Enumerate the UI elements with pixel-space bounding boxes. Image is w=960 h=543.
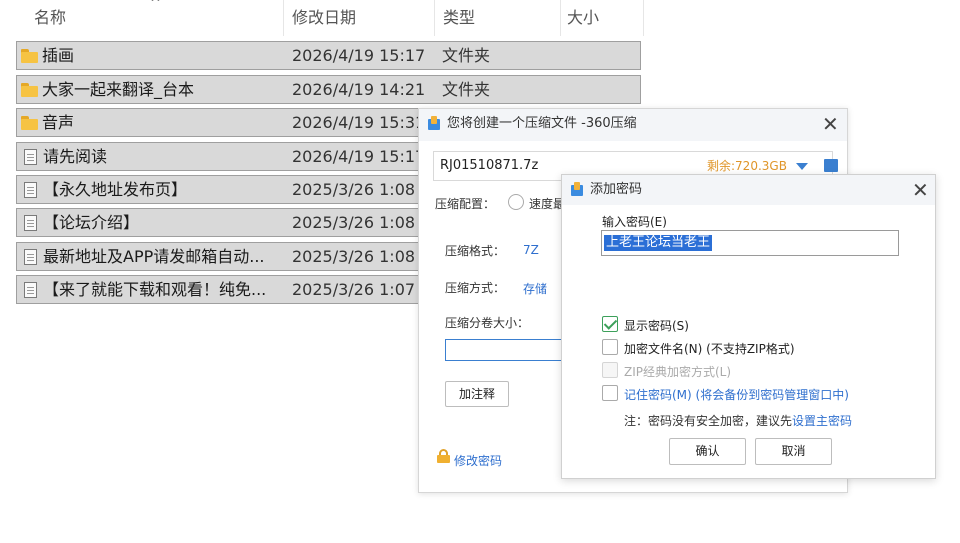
browse-folder-icon[interactable] — [824, 159, 838, 172]
show-password-checkbox[interactable] — [602, 316, 618, 332]
column-header-date[interactable]: 修改日期 — [292, 0, 356, 36]
method-label: 压缩方式： — [445, 281, 506, 295]
speed-option-label: 速度最 — [529, 197, 566, 211]
file-type: 文件夹 — [442, 80, 491, 99]
zip-classic-checkbox — [602, 362, 618, 378]
column-separator[interactable] — [560, 0, 561, 36]
add-comment-button[interactable]: 加注释 — [445, 381, 509, 407]
file-name-cell: 大家一起来翻译_台本 — [21, 76, 286, 103]
close-icon[interactable]: ✕ — [822, 114, 839, 134]
folder-icon — [21, 49, 39, 63]
encrypt-filename-label: 加密文件名(N) (不支持ZIP格式) — [624, 342, 795, 356]
remember-password-label: 记住密码(M) (将会备份到密码管理窗口中) — [624, 388, 849, 402]
file-name-cell: 请先阅读 — [21, 143, 286, 170]
column-separator[interactable] — [434, 0, 435, 36]
password-dialog-titlebar[interactable]: 添加密码 ✕ — [562, 175, 935, 205]
360zip-app-icon — [426, 116, 442, 132]
file-date: 2025/3/26 1:07 — [292, 280, 416, 299]
archive-filename: RJ01510871.7z — [440, 158, 539, 173]
password-input[interactable]: 上老王论坛当老王 — [601, 230, 899, 256]
file-name: 音声 — [42, 113, 75, 132]
compress-dialog-title: 您将创建一个压缩文件 -360压缩 — [447, 116, 637, 131]
file-date: 2026/4/19 14:21 — [292, 80, 426, 99]
file-date: 2025/3/26 1:08 — [292, 247, 416, 266]
encrypt-filename-checkbox[interactable] — [602, 339, 618, 355]
file-name: 【来了就能下载和观看！纯免... — [43, 280, 267, 299]
file-name: 【论坛介绍】 — [43, 213, 140, 232]
speed-radio[interactable] — [508, 194, 524, 210]
file-date: 2025/3/26 1:08 — [292, 213, 416, 232]
security-note: 注：密码没有安全加密，建议先设置主密码 — [624, 412, 852, 429]
file-name-cell: 【论坛介绍】 — [21, 209, 286, 236]
file-icon — [24, 249, 37, 265]
file-name-cell: 【永久地址发布页】 — [21, 176, 286, 203]
compress-config-label: 压缩配置： — [435, 197, 496, 211]
remember-password-checkbox[interactable] — [602, 385, 618, 401]
show-password-label: 显示密码(S) — [624, 319, 689, 333]
file-date: 2025/3/26 1:08 — [292, 180, 416, 199]
confirm-button[interactable]: 确认 — [669, 438, 746, 465]
column-separator[interactable] — [643, 0, 644, 36]
file-date: 2026/4/19 15:31 — [292, 113, 426, 132]
compress-dialog-titlebar[interactable]: 您将创建一个压缩文件 -360压缩 ✕ — [419, 109, 847, 141]
cancel-button[interactable]: 取消 — [755, 438, 832, 465]
chevron-down-icon[interactable] — [796, 163, 808, 170]
folder-icon — [21, 83, 39, 97]
column-separator[interactable] — [283, 0, 284, 36]
security-note-text: 注：密码没有安全加密，建议先 — [624, 414, 793, 428]
sort-ascending-icon: ^ — [150, 0, 161, 11]
close-icon[interactable]: ✕ — [912, 180, 929, 200]
column-header-size[interactable]: 大小 — [567, 0, 599, 36]
volume-size-input[interactable] — [445, 339, 575, 361]
file-row[interactable]: 大家一起来翻译_台本 2026/4/19 14:21 文件夹 — [16, 75, 641, 104]
file-date: 2026/4/19 15:17 — [292, 46, 426, 65]
file-date: 2026/4/19 15:17 — [292, 147, 426, 166]
folder-icon — [21, 116, 39, 130]
file-name: 最新地址及APP请发邮箱自动... — [43, 247, 265, 266]
column-header-type[interactable]: 类型 — [443, 0, 475, 36]
file-name-cell: 最新地址及APP请发邮箱自动... — [21, 243, 286, 270]
change-password-link[interactable]: 修改密码 — [454, 452, 502, 469]
set-master-password-link[interactable]: 设置主密码 — [792, 414, 852, 428]
file-name: 大家一起来翻译_台本 — [42, 80, 195, 99]
360zip-app-icon — [569, 182, 585, 198]
file-name: 插画 — [42, 46, 75, 65]
file-name: 【永久地址发布页】 — [43, 180, 188, 199]
zip-classic-label: ZIP经典加密方式(L) — [624, 365, 732, 379]
password-dialog-title: 添加密码 — [590, 182, 643, 197]
file-name-cell: 音声 — [21, 109, 286, 136]
add-password-dialog: 添加密码 ✕ 输入密码(E) 上老王论坛当老王 显示密码(S) 加密文件名(N)… — [561, 174, 936, 479]
format-label: 压缩格式： — [445, 244, 506, 258]
file-name: 请先阅读 — [43, 147, 108, 166]
password-text: 上老王论坛当老王 — [604, 235, 713, 251]
format-value[interactable]: 7Z — [523, 243, 539, 257]
file-row[interactable]: 插画 2026/4/19 15:17 文件夹 — [16, 41, 641, 70]
file-icon — [24, 182, 37, 198]
file-icon — [24, 149, 37, 165]
volume-size-label: 压缩分卷大小： — [445, 316, 530, 330]
column-header-name[interactable]: 名称 — [34, 0, 66, 36]
file-name-cell: 插画 — [21, 42, 286, 69]
password-input-label: 输入密码(E) — [602, 215, 667, 229]
file-icon — [24, 282, 37, 298]
file-name-cell: 【来了就能下载和观看！纯免... — [21, 276, 286, 303]
lock-icon — [437, 449, 450, 463]
file-icon — [24, 215, 37, 231]
file-type: 文件夹 — [442, 46, 491, 65]
method-value[interactable]: 存储 — [523, 280, 547, 297]
